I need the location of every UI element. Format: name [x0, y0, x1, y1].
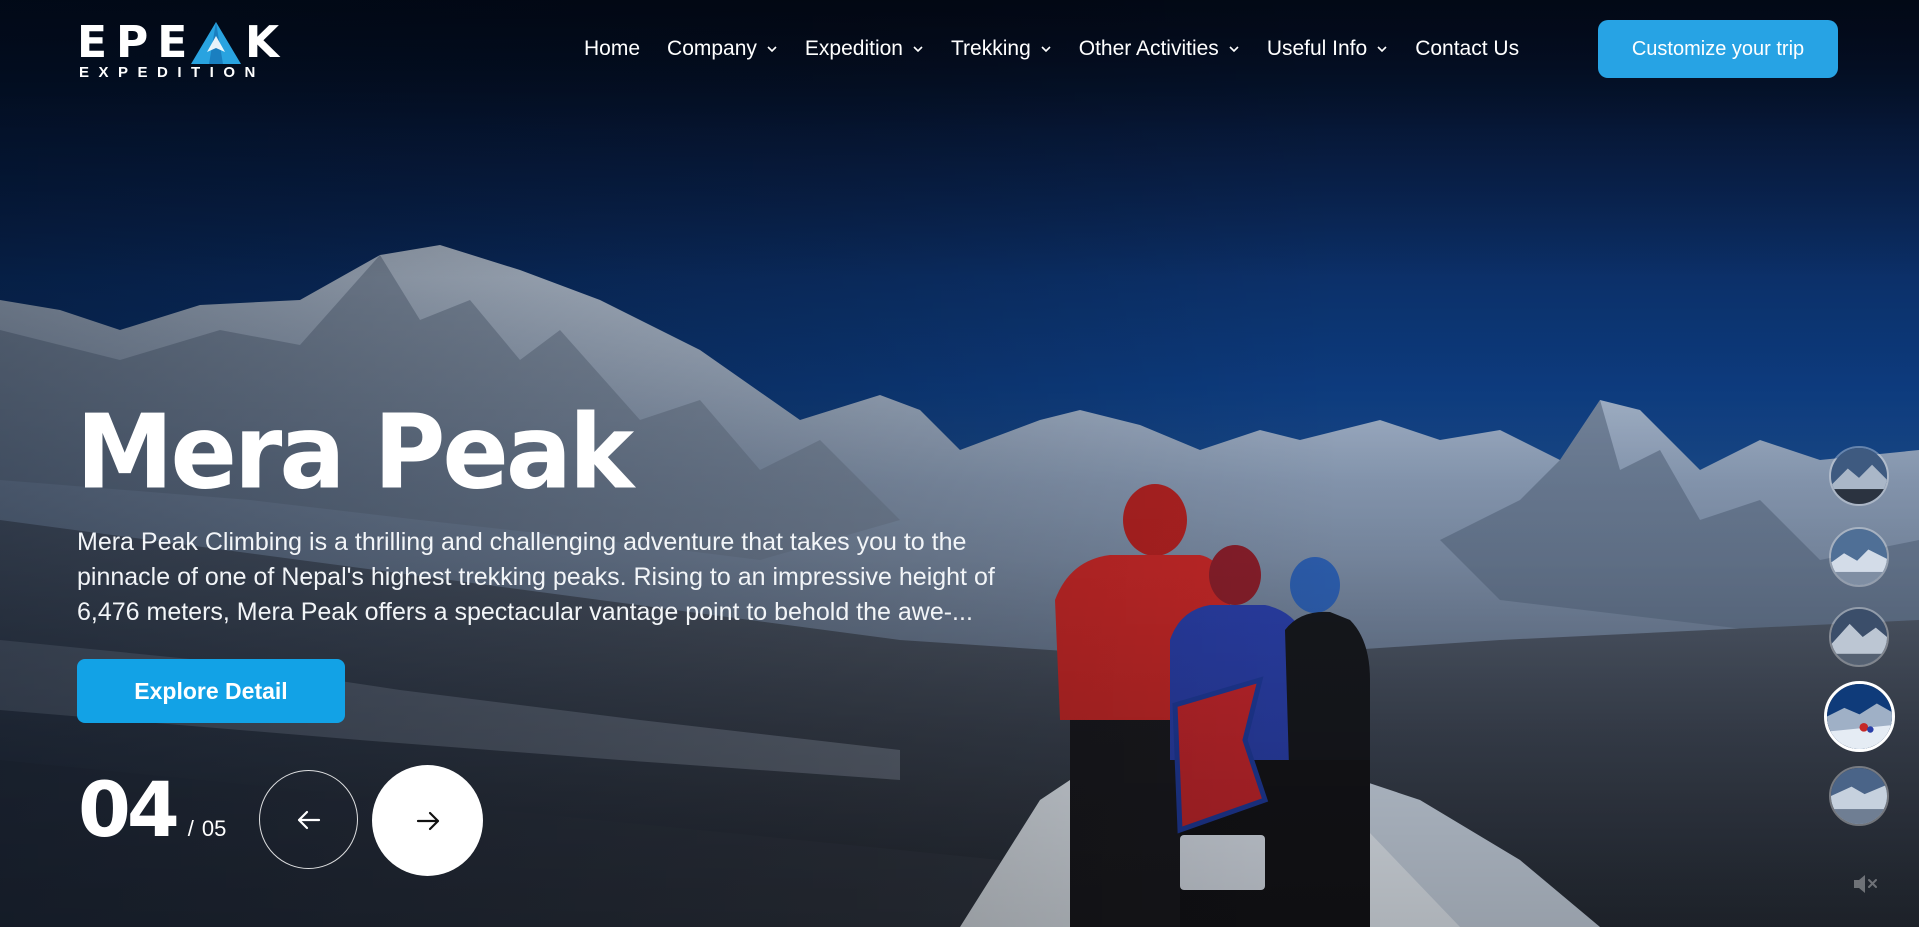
chevron-down-icon [1040, 43, 1052, 55]
site-header: EPE K EXPEDITION Home Company Expedition… [0, 0, 1919, 100]
nav-contact-us[interactable]: Contact Us [1415, 37, 1519, 61]
hero-section: EPE K EXPEDITION Home Company Expedition… [0, 0, 1919, 927]
slide-current: 04 [78, 765, 180, 854]
arrow-right-icon [416, 811, 439, 830]
prev-slide-button[interactable] [259, 770, 358, 869]
slide-total: 05 [201, 816, 227, 841]
main-nav: Home Company Expedition Trekking Other A… [584, 0, 1546, 98]
slide-thumbnail-4[interactable] [1824, 681, 1895, 752]
chevron-down-icon [1228, 43, 1240, 55]
volume-mute-icon[interactable] [1849, 869, 1879, 899]
nav-trekking[interactable]: Trekking [951, 37, 1052, 61]
slide-thumbnail-2[interactable] [1829, 527, 1889, 587]
customize-trip-button[interactable]: Customize your trip [1598, 20, 1838, 78]
slide-separator: / [187, 816, 194, 841]
arrow-left-icon [297, 810, 320, 829]
nav-other-activities-label: Other Activities [1078, 37, 1219, 60]
nav-expedition-label: Expedition [804, 37, 903, 60]
slide-thumbnail-1[interactable] [1829, 446, 1889, 506]
slide-thumbnail-3[interactable] [1829, 607, 1889, 667]
hero-description: Mera Peak Climbing is a thrilling and ch… [77, 528, 995, 626]
nav-other-activities[interactable]: Other Activities [1079, 37, 1240, 61]
nav-contact-us-label: Contact Us [1415, 37, 1520, 60]
nav-company-label: Company [667, 37, 757, 60]
brand-logo[interactable]: EPE K EXPEDITION [77, 20, 282, 82]
chevron-down-icon [1376, 43, 1388, 55]
explore-detail-button[interactable]: Explore Detail [77, 659, 345, 723]
slide-thumbnail-5[interactable] [1829, 766, 1889, 826]
chevron-down-icon [766, 43, 778, 55]
nav-company[interactable]: Company [667, 37, 778, 61]
logo-wordmark: EPE K [77, 17, 289, 68]
nav-trekking-label: Trekking [951, 37, 1031, 60]
slide-counter: 04 / 05 [78, 770, 226, 850]
nav-expedition[interactable]: Expedition [805, 37, 924, 61]
logo-peak-icon [191, 22, 241, 64]
chevron-down-icon [912, 43, 924, 55]
nav-useful-info-label: Useful Info [1266, 37, 1368, 60]
nav-useful-info[interactable]: Useful Info [1267, 37, 1388, 61]
nav-home-label: Home [584, 37, 641, 60]
logo-subtitle: EXPEDITION [79, 64, 265, 81]
nav-home[interactable]: Home [584, 37, 640, 61]
hero-title: Mera Peak [76, 392, 634, 513]
next-slide-button[interactable] [372, 765, 483, 876]
